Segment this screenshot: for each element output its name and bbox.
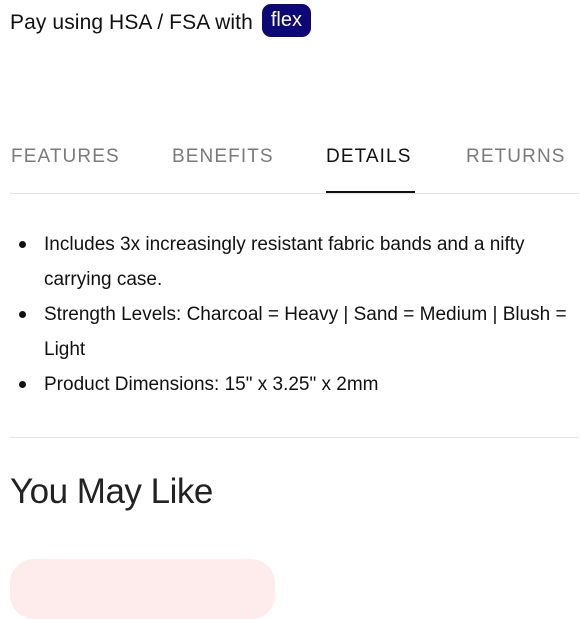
product-info-tabs: FEATURES BENEFITS DETAILS RETURNS xyxy=(10,138,579,194)
details-list: Includes 3x increasingly resistant fabri… xyxy=(10,227,570,402)
hsa-fsa-payment-row: Pay using HSA / FSA with flex xyxy=(10,3,311,41)
you-may-like-heading: You May Like xyxy=(10,472,213,511)
hsa-fsa-text: Pay using HSA / FSA with xyxy=(10,11,253,34)
tab-returns[interactable]: RETURNS xyxy=(466,146,566,168)
recommended-product-card[interactable] xyxy=(10,559,275,619)
section-divider xyxy=(10,437,579,438)
list-item: Strength Levels: Charcoal = Heavy | Sand… xyxy=(10,297,570,367)
list-item: Product Dimensions: 15" x 3.25" x 2mm xyxy=(10,367,570,402)
flex-logo-badge[interactable]: flex xyxy=(261,3,311,37)
tab-benefits[interactable]: BENEFITS xyxy=(172,146,274,168)
tab-details[interactable]: DETAILS xyxy=(326,146,411,168)
tab-features[interactable]: FEATURES xyxy=(11,146,120,168)
list-item: Includes 3x increasingly resistant fabri… xyxy=(10,227,570,297)
active-tab-indicator xyxy=(326,191,415,193)
